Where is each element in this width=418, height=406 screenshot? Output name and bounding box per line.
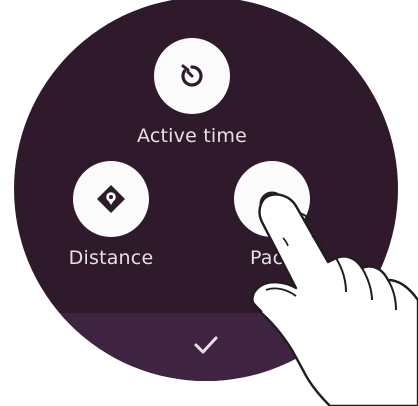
- pace-label: Pac: [250, 247, 284, 269]
- speedometer-icon: [256, 183, 288, 215]
- location-diamond-icon: [95, 183, 127, 215]
- timer-icon: [177, 61, 207, 91]
- distance-option-button[interactable]: [73, 161, 149, 237]
- pace-option-button[interactable]: [234, 161, 310, 237]
- checkmark-icon: [193, 335, 219, 381]
- confirm-button[interactable]: [14, 313, 398, 381]
- active-time-option-button[interactable]: [154, 38, 230, 114]
- active-time-label: Active time: [137, 125, 247, 147]
- distance-label: Distance: [68, 247, 154, 269]
- watch-face: Active time Distance Pac: [14, 0, 398, 381]
